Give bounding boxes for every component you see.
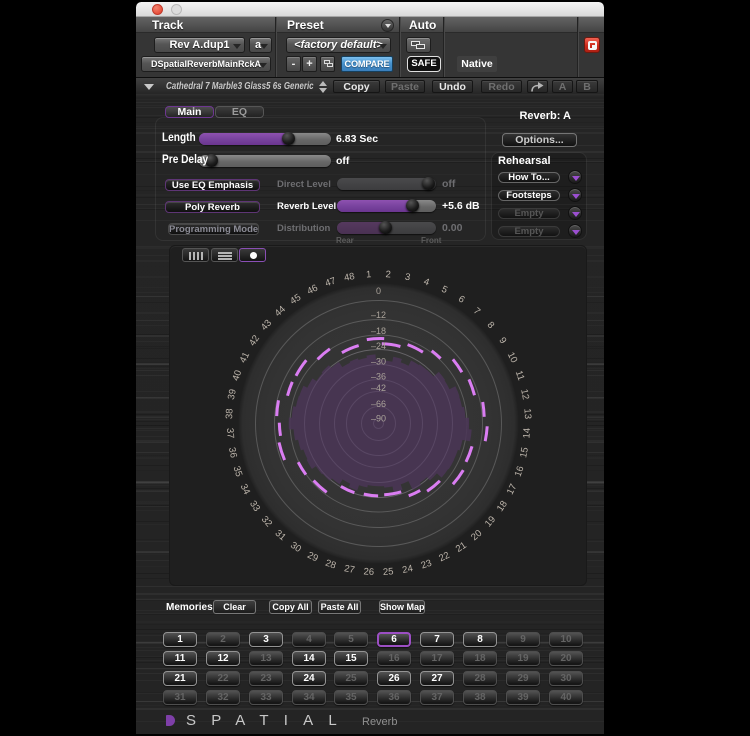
svg-text:33: 33	[247, 499, 262, 514]
svg-text:36: 36	[226, 446, 239, 459]
svg-text:20: 20	[469, 528, 484, 543]
svg-text:15: 15	[518, 446, 531, 459]
svg-text:–24: –24	[371, 341, 386, 351]
svg-text:25: 25	[383, 566, 394, 578]
svg-text:31: 31	[273, 528, 288, 543]
svg-text:46: 46	[305, 283, 319, 298]
svg-text:19: 19	[483, 514, 498, 529]
svg-text:30: 30	[288, 540, 303, 555]
svg-text:1: 1	[366, 269, 372, 280]
svg-text:2: 2	[385, 269, 391, 280]
svg-text:9: 9	[496, 335, 508, 346]
svg-text:–66: –66	[371, 399, 386, 409]
svg-text:–30: –30	[371, 357, 386, 367]
svg-text:44: 44	[273, 304, 288, 319]
svg-text:40: 40	[230, 369, 244, 383]
svg-text:41: 41	[238, 350, 253, 364]
svg-text:27: 27	[343, 563, 356, 576]
svg-text:13: 13	[521, 408, 533, 419]
svg-text:34: 34	[238, 482, 253, 496]
svg-text:17: 17	[505, 482, 520, 496]
svg-text:14: 14	[521, 428, 533, 439]
svg-text:28: 28	[324, 558, 338, 572]
svg-text:43: 43	[259, 318, 274, 333]
svg-text:18: 18	[495, 499, 510, 514]
svg-text:–36: –36	[371, 372, 386, 382]
svg-text:32: 32	[259, 514, 274, 529]
svg-text:–12: –12	[371, 310, 386, 320]
svg-text:23: 23	[420, 558, 434, 572]
svg-text:7: 7	[471, 306, 482, 318]
svg-text:26: 26	[363, 566, 374, 578]
svg-text:16: 16	[513, 465, 527, 479]
svg-text:48: 48	[343, 271, 356, 284]
svg-text:12: 12	[518, 388, 531, 401]
svg-text:21: 21	[454, 540, 469, 555]
svg-text:3: 3	[404, 271, 411, 283]
svg-text:–90: –90	[371, 414, 386, 424]
svg-text:37: 37	[224, 428, 236, 439]
svg-text:10: 10	[505, 350, 520, 364]
svg-text:47: 47	[324, 275, 338, 289]
svg-text:6: 6	[456, 294, 467, 306]
svg-text:22: 22	[437, 550, 451, 565]
svg-text:24: 24	[401, 563, 414, 576]
svg-text:42: 42	[247, 333, 262, 348]
svg-text:–42: –42	[371, 383, 386, 393]
svg-text:39: 39	[226, 388, 239, 401]
svg-text:29: 29	[305, 550, 319, 565]
svg-text:4: 4	[422, 276, 431, 288]
svg-text:0: 0	[376, 286, 381, 296]
svg-text:8: 8	[485, 320, 497, 331]
svg-text:38: 38	[224, 408, 236, 419]
svg-text:5: 5	[440, 284, 450, 296]
svg-text:–18: –18	[371, 326, 386, 336]
svg-text:11: 11	[513, 369, 527, 382]
svg-text:45: 45	[288, 292, 303, 307]
svg-text:35: 35	[230, 465, 244, 479]
